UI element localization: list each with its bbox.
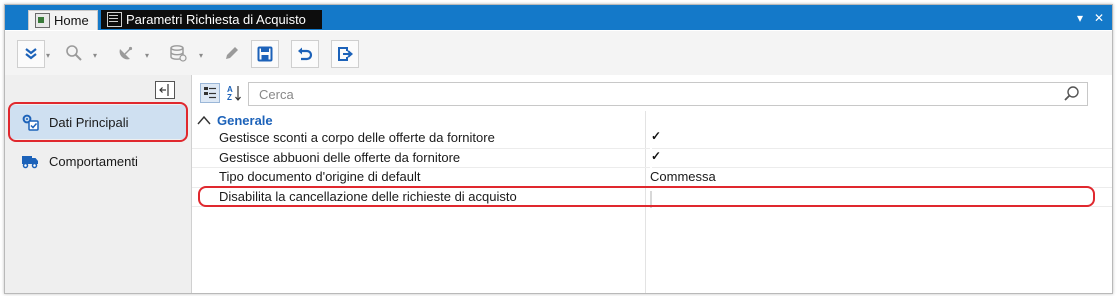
sort-alphabetical-button[interactable]: A Z <box>224 83 244 103</box>
tab-parametri-label: Parametri Richiesta di Acquisto <box>126 12 306 27</box>
app-window: Home Parametri Richiesta di Acquisto ▾ ✕… <box>4 4 1113 294</box>
highlight-annotation <box>198 186 1095 207</box>
property-row[interactable]: Gestisce abbuoni delle offerte da fornit… <box>192 149 1112 169</box>
save-button[interactable] <box>251 40 279 68</box>
tab-parametri-richiesta[interactable]: Parametri Richiesta di Acquisto <box>101 10 322 29</box>
search-button[interactable] <box>61 40 87 66</box>
database-icon <box>170 45 187 62</box>
tab-home[interactable]: Home <box>28 10 98 30</box>
search-icon <box>66 45 82 61</box>
undo-icon <box>298 47 313 61</box>
property-checkbox[interactable] <box>650 132 652 149</box>
title-bar: Home Parametri Richiesta di Acquisto ▾ ✕ <box>5 5 1112 30</box>
property-name: Gestisce abbuoni delle offerte da fornit… <box>219 149 461 165</box>
svg-text:Z: Z <box>227 93 232 102</box>
sidebar: Dati Principali Comportamenti <box>5 75 192 293</box>
categorized-list-icon <box>204 87 216 99</box>
search-dropdown-icon[interactable]: ▾ <box>93 51 97 60</box>
category-header[interactable]: Generale <box>192 111 1112 129</box>
database-button[interactable] <box>165 40 191 66</box>
property-name: Tipo documento d'origine di default <box>219 169 421 184</box>
satellite-button[interactable] <box>113 40 139 66</box>
search-input[interactable] <box>257 85 1051 103</box>
satellite-dish-icon <box>119 46 133 60</box>
double-chevron-down-icon <box>25 48 37 60</box>
property-name: Gestisce sconti a corpo delle offerte da… <box>219 130 495 145</box>
chevron-up-icon <box>197 115 211 125</box>
database-dropdown-icon[interactable]: ▾ <box>199 51 203 60</box>
property-toolbar: A Z <box>200 83 244 103</box>
exit-icon <box>338 47 353 61</box>
expand-menu-dropdown-icon[interactable]: ▾ <box>46 51 50 60</box>
window-close-icon[interactable]: ✕ <box>1094 11 1104 25</box>
search-icon[interactable] <box>1063 85 1081 103</box>
tab-home-label: Home <box>54 13 89 28</box>
edit-button[interactable] <box>219 40 245 66</box>
checkbox-checked[interactable] <box>650 132 652 149</box>
expand-menu-button[interactable] <box>17 40 45 68</box>
sidebar-item-comportamenti[interactable]: Comportamenti <box>9 144 187 178</box>
truck-icon <box>22 156 38 169</box>
collapse-left-icon <box>159 84 169 96</box>
window-dropdown-icon[interactable]: ▾ <box>1077 11 1083 25</box>
undo-button[interactable] <box>291 40 319 68</box>
property-value[interactable]: Commessa <box>650 169 716 184</box>
collapse-sidebar-button[interactable] <box>155 81 175 99</box>
checkbox-checked[interactable] <box>650 151 652 169</box>
property-row[interactable]: Tipo documento d'origine di default Comm… <box>192 168 1112 188</box>
highlight-annotation <box>8 102 188 142</box>
document-list-icon <box>107 12 122 27</box>
toolbar: ▾ ▾ ▾ ▾ <box>5 31 1112 76</box>
categorized-view-button[interactable] <box>200 83 220 103</box>
property-row[interactable]: Gestisce sconti a corpo delle offerte da… <box>192 129 1112 149</box>
property-panel: A Z Generale Gesti <box>192 75 1112 293</box>
sort-az-icon: A Z <box>227 85 241 102</box>
pencil-icon <box>226 47 238 59</box>
category-label: Generale <box>217 112 273 128</box>
sidebar-item-label: Comportamenti <box>49 153 138 169</box>
exit-button[interactable] <box>331 40 359 68</box>
property-checkbox[interactable] <box>650 151 652 169</box>
home-app-icon <box>35 13 50 28</box>
property-search-box <box>248 82 1088 106</box>
save-icon <box>257 46 273 62</box>
satellite-dropdown-icon[interactable]: ▾ <box>145 51 149 60</box>
